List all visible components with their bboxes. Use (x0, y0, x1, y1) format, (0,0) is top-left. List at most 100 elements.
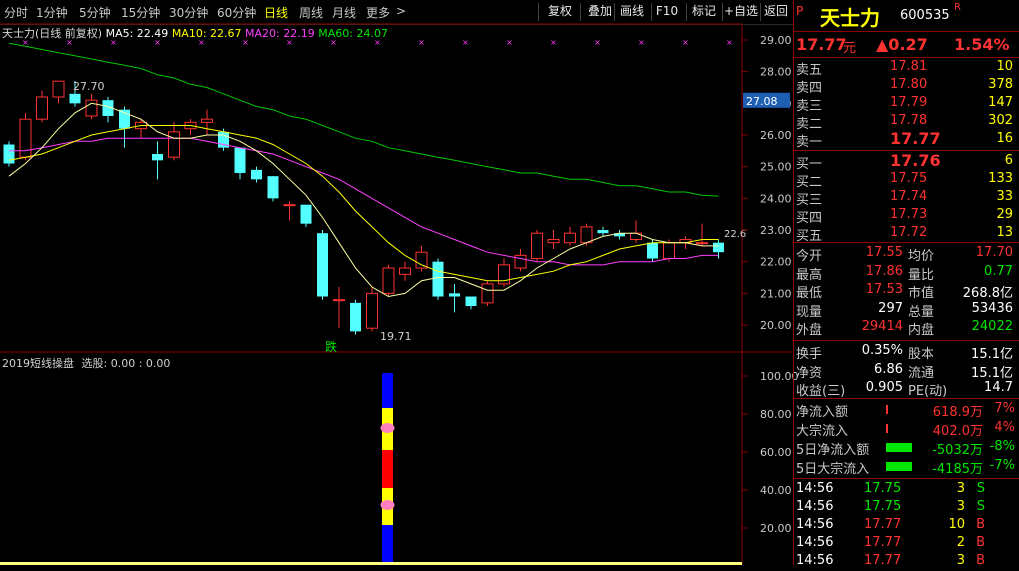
flow-pct: -8% (989, 439, 1015, 454)
ask-volume: 10 (996, 59, 1013, 74)
stat-label: 现量 (796, 304, 823, 320)
stat-label: 收益(三) (796, 384, 846, 399)
stat-label: 外盘 (796, 323, 823, 338)
ma20-legend: MA20: 22.19 (245, 27, 315, 40)
ask-price: 17.79 (890, 95, 928, 110)
bid-price: 17.73 (890, 207, 928, 222)
candle-body (597, 230, 609, 234)
candle-body (300, 204, 312, 224)
price-unit: 元 (843, 41, 857, 56)
y-tick-label: 20.00 (760, 319, 792, 332)
candle-body (531, 232, 543, 260)
candle-body (580, 226, 593, 244)
stat-value: 24022 (971, 319, 1013, 334)
signal-marker: × (506, 38, 513, 47)
tick-price: 17.75 (864, 481, 902, 496)
bid-price: 17.75 (890, 171, 928, 186)
ma20-line (9, 137, 719, 266)
stat-value: 297 (878, 300, 903, 316)
stock-name: 天士力 (820, 6, 880, 30)
stat2-row: 收益(三) 0.905 PE(动) 14.7 (794, 380, 1019, 399)
candle-body (85, 99, 98, 117)
panel-divider (793, 0, 794, 565)
stat-value: 0.905 (865, 380, 903, 395)
stock-code: 600535 (900, 8, 950, 23)
sub-chart-title: 2019短线操盘 (2, 357, 74, 370)
price-change: ▲0.27 (876, 35, 928, 54)
tick-time: 14:56 (796, 535, 834, 550)
tick-volume: 3 (956, 481, 965, 496)
tick-row: 14:56 17.77 3 B (794, 553, 1019, 571)
ma10-legend: MA10: 22.67 (171, 27, 242, 40)
y-tick-label: 21.00 (760, 287, 792, 300)
flow-row: 净流入额 618.9万 7% (794, 401, 1019, 420)
flow-label: 净流入额 (796, 405, 849, 420)
price-pct: 1.54% (954, 35, 1010, 54)
stat-value: 268.8亿 (962, 286, 1013, 301)
tick-row: 14:56 17.75 3 S (794, 499, 1019, 517)
chart-title: 天士力(日线 前复权) (2, 27, 103, 40)
candle-body (152, 154, 163, 161)
candle-body (69, 93, 81, 104)
tick-time: 14:56 (796, 481, 834, 496)
bid-price: 17.74 (890, 189, 928, 204)
ask-volume: 16 (996, 131, 1013, 146)
stat-value: 17.70 (975, 245, 1013, 260)
candle-body (399, 267, 411, 275)
bid-label: 买二 (796, 175, 823, 190)
flow-bar (886, 462, 912, 471)
sub-y-tick-label: 40.00 (760, 484, 792, 497)
candle-body (251, 169, 262, 180)
stat-label: PE(动) (908, 384, 948, 399)
sub-y-tick-label: 60.00 (760, 446, 792, 459)
bid-volume: 6 (1004, 153, 1013, 168)
stat2-row: 换手 0.35% 股本 15.1亿 (794, 343, 1019, 362)
sub-chart-formula: 选股: 0.00 : 0.00 (81, 357, 171, 370)
flow-value: 402.0万 (932, 424, 983, 439)
signal-dot (380, 423, 395, 433)
signal-marker: × (418, 38, 425, 47)
stat-value: 0.35% (861, 343, 903, 358)
candle-body (696, 242, 708, 245)
bid-volume: 133 (988, 171, 1013, 186)
tick-direction: B (976, 553, 985, 568)
candle-body (547, 239, 560, 244)
flow-label: 5日净流入额 (796, 443, 870, 458)
candle-body (350, 302, 361, 332)
stat-label: 净资 (796, 365, 823, 381)
stat-label: 均价 (908, 249, 935, 264)
ask-volume: 302 (988, 113, 1013, 128)
signal-bar-segment (382, 373, 393, 408)
ask-volume: 378 (988, 77, 1013, 92)
flow-row: 大宗流入 402.0万 4% (794, 420, 1019, 439)
stat-label: 市值 (908, 286, 935, 301)
candle-body (366, 292, 378, 329)
tick-time: 14:56 (796, 553, 834, 568)
y-tick-label: 25.00 (760, 161, 792, 174)
last-label: 22.6 (724, 229, 746, 240)
sub-y-tick-label: 20.00 (760, 522, 792, 535)
flow-label: 5日大宗流入 (796, 462, 870, 477)
current-price: 17.77 (796, 35, 847, 54)
bid-row: 买二 17.75 133 (794, 171, 1019, 190)
stat-row: 现量 297 总量 53436 (794, 300, 1019, 320)
candle-body (663, 242, 675, 260)
candle-body (647, 242, 658, 259)
ma5-legend: MA5: 22.49 (105, 27, 169, 40)
candle-body (201, 118, 213, 123)
stat-row: 外盘 29414 内盘 24022 (794, 319, 1019, 338)
y-tick-label: 24.00 (760, 192, 792, 205)
stat-label: 总量 (908, 304, 935, 320)
stat-label: 今开 (796, 249, 823, 264)
candle-body (481, 283, 494, 304)
stat-label: 量比 (908, 267, 935, 283)
signal-marker: × (682, 38, 689, 47)
ask-volume: 147 (988, 95, 1013, 110)
tick-volume: 10 (948, 517, 965, 532)
ma5-line (8, 102, 719, 298)
stat-value: 15.1亿 (971, 347, 1013, 362)
ask-row: 卖五 17.81 10 (794, 59, 1019, 78)
flow-value: -4185万 (932, 462, 983, 477)
tick-direction: S (976, 481, 985, 496)
p-badge: P (796, 4, 804, 18)
